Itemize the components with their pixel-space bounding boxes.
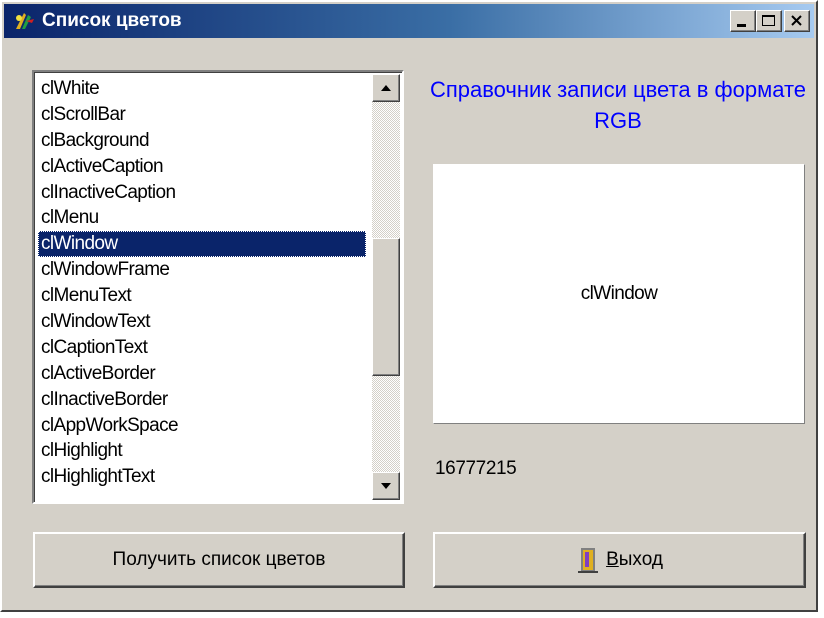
list-item[interactable]: clWindowFrame [38,257,366,283]
title-bar[interactable]: Список цветов [4,4,814,38]
heading-label: Справочник записи цвета в формате RGB [429,77,807,133]
list-item[interactable]: clScrollBar [38,102,366,128]
color-list: clWhite clScrollBar clBackground clActiveCa… [38,76,366,490]
list-item[interactable]: clWindowText [38,309,366,335]
list-item[interactable]: clActiveCaption [38,154,366,180]
minimize-button[interactable] [730,10,756,32]
rgb-value-label: 16777215 [435,458,517,479]
minimize-icon [737,24,746,27]
scroll-thumb[interactable] [372,238,400,376]
list-item[interactable]: clInactiveBorder [38,387,366,413]
scroll-down-button[interactable] [372,472,400,500]
maximize-button[interactable] [756,10,782,32]
door-exit-icon [578,548,599,573]
list-item[interactable]: clHighlightText [38,464,366,490]
list-item[interactable]: clInactiveCaption [38,180,366,206]
preview-color-name: clWindow [580,283,658,304]
color-listbox[interactable]: clWhite clScrollBar clBackground clActiveCa… [32,70,404,504]
app-icon [16,13,34,29]
arrow-up-icon [381,85,391,91]
vertical-scrollbar[interactable] [372,74,400,500]
list-item[interactable]: clAppWorkSpace [38,413,366,439]
list-item[interactable]: clBackground [38,128,366,154]
close-button[interactable] [784,10,810,32]
list-item[interactable]: clWhite [38,76,366,102]
color-preview-panel: clWindow [433,164,805,424]
list-item[interactable]: clHighlight [38,438,366,464]
main-window: Список цветов clWhite clScrollBar clBackgr… [0,0,818,612]
list-item[interactable]: clWindow [38,231,366,258]
exit-label-rest: ыход [618,549,663,570]
get-colors-label: Получить список цветов [112,549,326,570]
arrow-down-icon [381,483,391,489]
list-item[interactable]: clActiveBorder [38,361,366,387]
window-title: Список цветов [42,10,182,31]
close-icon [791,15,802,26]
exit-label: Выход [606,549,663,571]
get-colors-button[interactable]: Получить список цветов [33,532,405,588]
scroll-up-button[interactable] [372,74,400,102]
list-item[interactable]: clCaptionText [38,335,366,361]
exit-hotkey-letter: В [606,549,619,570]
exit-button[interactable]: Выход [433,532,806,588]
maximize-icon [762,15,775,26]
list-item[interactable]: clMenu [38,205,366,231]
list-item[interactable]: clMenuText [38,283,366,309]
